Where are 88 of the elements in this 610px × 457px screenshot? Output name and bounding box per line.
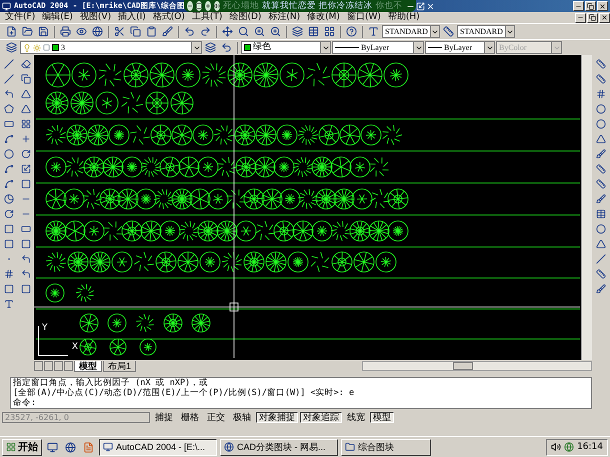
menu-item[interactable]: 绘图(D) (226, 12, 264, 23)
color-swatch-icon (244, 44, 251, 51)
network-icon (564, 442, 574, 452)
status-toggle[interactable]: 线宽 (344, 412, 368, 423)
ucs-x-label: X (72, 343, 78, 352)
status-toggle[interactable]: 模型 (370, 412, 394, 423)
menu-item[interactable]: 格式(O) (150, 12, 188, 23)
menu-item[interactable]: 标注(N) (265, 12, 304, 23)
status-toggle[interactable]: 栅格 (178, 412, 202, 423)
close-button[interactable] (599, 12, 610, 22)
start-button[interactable]: 开始 (2, 438, 42, 456)
status-toggle[interactable]: 极轴 (230, 412, 254, 423)
layout-tab[interactable]: 模型 (74, 360, 102, 372)
restore-icon (589, 14, 596, 21)
layer-dropdown[interactable]: 3 (20, 41, 202, 54)
next-tab-button[interactable] (54, 361, 63, 371)
command-window[interactable]: 指定窗口角点，输入比例因子 (nX 或 nXP)，或 [全部(A)/中心点(C)/动态(D)/范围(E)/上一个(P)/比例(S)/窗口(W)] <实时>: e 命令: (10, 377, 592, 409)
restore-icon (587, 2, 594, 10)
lightbulb-icon (23, 44, 31, 52)
volume-icon[interactable] (214, 1, 220, 11)
zoom-previous-icon[interactable] (268, 24, 283, 38)
menu-item[interactable]: 文件(F) (2, 12, 38, 23)
horizontal-scrollbar[interactable] (362, 361, 592, 371)
status-toggle[interactable]: 对象捕捉 (256, 412, 298, 423)
command-history-line: [全部(A)/中心点(C)/动态(D)/范围(E)/上一个(P)/比例(S)/窗口(W)] <实时>: e (13, 388, 356, 398)
browser-icon (224, 442, 234, 452)
menu-item[interactable]: 编辑(E) (39, 12, 76, 23)
app-icon (2, 2, 11, 10)
menu-item[interactable]: 修改(M) (304, 12, 343, 23)
command-history-line: 指定窗口角点，输入比例因子 (nX 或 nXP)，或 (13, 378, 210, 388)
layers-icon[interactable] (4, 40, 19, 54)
menu-item[interactable]: 视图(V) (76, 12, 114, 23)
taskbar-button[interactable]: CAD分类图块 - 网易... (220, 438, 338, 456)
plant-symbols-drawing[interactable] (34, 55, 581, 360)
menu-item[interactable]: 窗口(W) (344, 12, 384, 23)
previous-icon[interactable] (187, 1, 193, 11)
linetype-dropdown[interactable]: ByLayer (332, 41, 424, 54)
status-toggle[interactable]: 捕捉 (152, 412, 176, 423)
pan-icon[interactable] (220, 24, 235, 38)
minimize-button[interactable] (575, 12, 586, 22)
save-icon[interactable] (36, 24, 51, 38)
line-sample-icon (335, 47, 359, 48)
expand-icon[interactable] (416, 2, 425, 10)
brush-icon[interactable] (160, 24, 175, 38)
line-sample-icon (428, 47, 442, 48)
copy-icon[interactable] (128, 24, 143, 38)
dimension-style-dropdown[interactable]: STANDARD (457, 25, 515, 38)
volume-icon (551, 442, 562, 452)
lyric-text: 死心塌地 (223, 0, 259, 12)
status-toggle[interactable]: 正交 (204, 412, 228, 423)
swatch-icon (52, 44, 59, 51)
folder-icon (345, 442, 355, 452)
help-icon[interactable] (344, 24, 359, 38)
taskbar-button[interactable]: 综合图块 (341, 438, 431, 456)
close-icon[interactable] (426, 2, 435, 10)
taskbar-button[interactable]: AutoCAD 2004 - [E:\... (99, 438, 217, 456)
clock: 16:14 (577, 442, 603, 452)
zoom-icon[interactable] (236, 24, 251, 38)
sun-icon (33, 44, 41, 52)
previous-tab-button[interactable] (44, 361, 53, 371)
last-tab-button[interactable] (64, 361, 73, 371)
lineweight-dropdown[interactable]: ByLayer (425, 41, 495, 54)
close-icon (599, 2, 606, 10)
status-toggle[interactable]: 对象追踪 (300, 412, 342, 423)
next-icon[interactable] (205, 1, 211, 11)
browser-icon[interactable] (63, 440, 78, 454)
ucs-y-label: Y (42, 324, 48, 333)
lyric-text: 你也不 (376, 0, 403, 12)
open-folder-icon[interactable] (20, 24, 35, 38)
color-dropdown[interactable]: 绿色 (241, 41, 331, 54)
lyric-text: 就算我忙恋爱 把你冷冻结冰 (262, 0, 373, 12)
vertical-scrollbar[interactable] (581, 55, 592, 360)
print-icon[interactable] (58, 24, 73, 38)
menu-item[interactable]: 工具(T) (188, 12, 226, 23)
text-style-dropdown[interactable]: STANDARD (382, 25, 440, 38)
coordinates-readout: 23527, -6261, 0 (2, 412, 150, 423)
close-icon (601, 14, 608, 21)
restore-button[interactable] (587, 12, 598, 22)
menu-item[interactable]: 插入(I) (115, 12, 149, 23)
layout-tab[interactable]: 布局1 (103, 360, 136, 372)
zoom-in-icon[interactable] (252, 24, 267, 38)
menu-item[interactable]: 帮助(H) (384, 12, 423, 23)
minimize-button[interactable] (573, 1, 584, 11)
close-button[interactable] (597, 1, 608, 11)
globe-icon[interactable] (90, 24, 105, 38)
first-tab-button[interactable] (34, 361, 43, 371)
command-prompt[interactable]: 命令: (13, 398, 591, 408)
desktop-icon[interactable] (45, 440, 60, 454)
